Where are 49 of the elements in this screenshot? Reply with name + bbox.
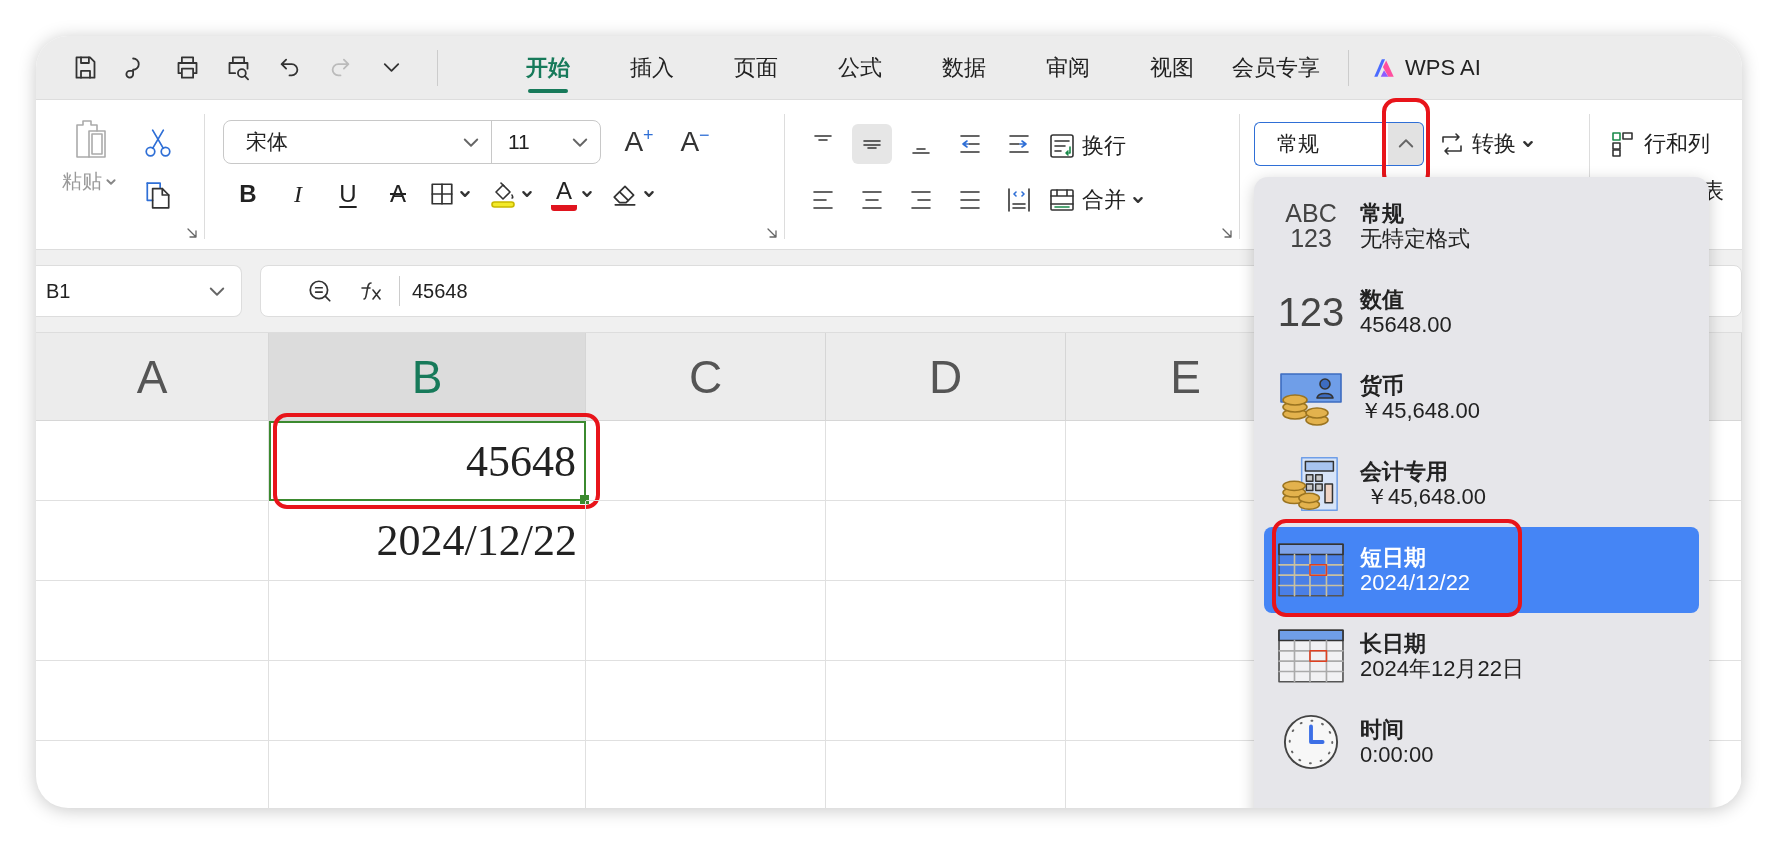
italic-button[interactable]: I xyxy=(273,174,323,214)
format-name: 会计专用 xyxy=(1360,458,1449,484)
formula-field[interactable]: 45648 xyxy=(412,279,468,303)
name-box[interactable]: B1 xyxy=(36,265,242,317)
format-example: 2024年12月22日 xyxy=(1360,656,1524,682)
column-header[interactable]: B xyxy=(269,333,586,420)
font-name-dropdown[interactable]: 宋体 xyxy=(224,121,492,163)
format-example: ￥45,648.00 xyxy=(1365,484,1486,510)
format-glyph: ABC 123 xyxy=(1285,201,1337,251)
font-size-step-button[interactable]: A$^{−}$ xyxy=(677,125,713,159)
font-color-button[interactable]: A xyxy=(551,177,577,211)
format-example: 45648.00 xyxy=(1360,312,1452,338)
menu-item[interactable]: ABC 123 常规 无特定格式 xyxy=(1264,183,1699,269)
ribbon-tab[interactable]: 插入 xyxy=(600,36,704,100)
table-cell: 2024/12/22 xyxy=(269,501,586,581)
format-name: 时间 xyxy=(1360,716,1405,742)
strikethrough-button[interactable]: A xyxy=(373,174,423,214)
ribbon-tab[interactable]: 公式 xyxy=(808,36,912,100)
bold-button[interactable]: B xyxy=(223,174,273,214)
merge-cells-button[interactable]: 合并 xyxy=(1048,178,1144,222)
font-size-step-button[interactable]: A$^{+}$ xyxy=(621,125,657,159)
rows-columns-button[interactable]: 行和列 xyxy=(1610,122,1710,166)
ribbon-tab[interactable]: 审阅 xyxy=(1016,36,1120,100)
format-example: 无特定格式 xyxy=(1360,226,1470,252)
column-header[interactable]: D xyxy=(826,333,1066,420)
format-example: 2024/12/22 xyxy=(1360,570,1471,596)
format-name: 货币 xyxy=(1360,372,1405,398)
underline-button[interactable]: U xyxy=(323,174,373,214)
ribbon-tab[interactable]: 开始 xyxy=(496,36,600,100)
format-example: ￥45,648.00 xyxy=(1360,398,1480,424)
format-name: 长日期 xyxy=(1360,630,1427,656)
ribbon-tab[interactable]: 视图 xyxy=(1120,36,1224,100)
menu-item[interactable]: 会计专用 ￥45,648.00 xyxy=(1264,441,1699,527)
format-name: 数值 xyxy=(1360,286,1405,312)
menu-item[interactable]: 短日期 2024/12/22 xyxy=(1264,527,1699,613)
menu-item[interactable]: 长日期 2024年12月22日 xyxy=(1264,613,1699,699)
font-size-dropdown[interactable]: 11 xyxy=(492,121,600,163)
column-header[interactable]: C xyxy=(586,333,826,420)
format-name: 短日期 xyxy=(1360,544,1427,570)
convert-button[interactable]: 转换 xyxy=(1438,122,1534,166)
format-name: 常规 xyxy=(1360,200,1405,226)
ribbon-tab[interactable]: 数据 xyxy=(912,36,1016,100)
menu-item[interactable]: 时间 0:00:00 xyxy=(1264,699,1699,785)
wrap-text-button[interactable]: 换行 xyxy=(1048,124,1144,168)
ribbon-tab[interactable]: 页面 xyxy=(704,36,808,100)
ribbon-tab[interactable]: 会员专享 xyxy=(1224,36,1328,100)
format-example: 0:00:00 xyxy=(1360,742,1434,768)
format-glyph: 123 xyxy=(1277,292,1345,332)
wps-ai-button[interactable]: WPS AI xyxy=(1371,54,1481,81)
